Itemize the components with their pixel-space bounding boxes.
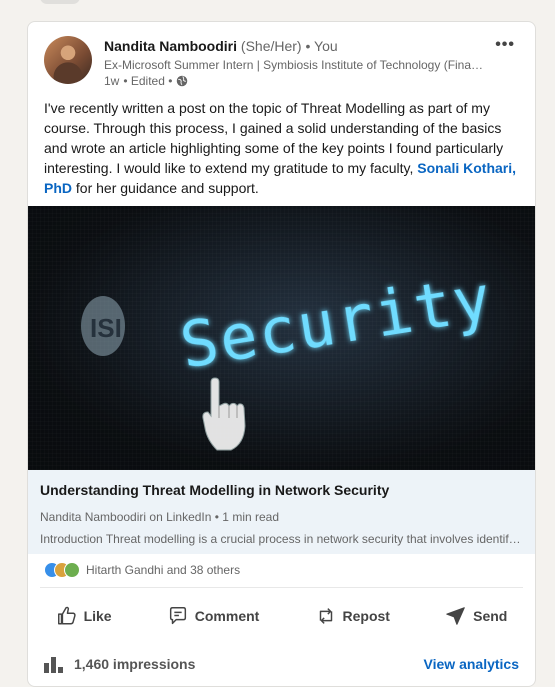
send-button[interactable]: Send: [435, 597, 517, 635]
post-body: I've recently written a post on the topi…: [44, 98, 520, 198]
repost-label[interactable]: Repost: [343, 608, 390, 624]
security-key-graphic: ISI Security: [28, 206, 535, 470]
more-options-button[interactable]: •••: [495, 36, 515, 54]
actions-divider: [40, 587, 523, 588]
post-card: Nandita Namboodiri (She/Her) • You Ex-Mi…: [27, 21, 536, 687]
repost-button[interactable]: Repost: [305, 597, 400, 635]
thumbs-up-icon: [57, 606, 76, 625]
avatar[interactable]: [44, 36, 92, 84]
article-cover-image[interactable]: ISI Security: [28, 206, 535, 470]
action-bar: Like Comment Repost Send: [28, 594, 535, 638]
repost-icon: [319, 608, 332, 624]
author-headline: Ex-Microsoft Summer Intern | Symbiosis I…: [104, 58, 484, 72]
reactions-summary[interactable]: Hitarth Gandhi and 38 others: [44, 562, 240, 578]
post-meta: 1w • Edited •: [104, 74, 188, 88]
send-label[interactable]: Send: [473, 608, 507, 624]
comment-button[interactable]: Comment: [157, 597, 270, 635]
article-description: Introduction Threat modelling is a cruci…: [40, 532, 521, 546]
post-header: Nandita Namboodiri (She/Her) • You Ex-Mi…: [44, 34, 519, 94]
top-strip: [0, 0, 555, 8]
author-pronouns: (She/Her): [240, 38, 302, 54]
bar-chart-icon: [44, 657, 63, 673]
post-text-part2: for her guidance and support.: [72, 180, 259, 196]
send-icon: [446, 607, 465, 625]
comment-icon: [169, 607, 186, 625]
like-label[interactable]: Like: [84, 608, 112, 624]
impressions-count: 1,460 impressions: [74, 656, 196, 672]
author-name[interactable]: Nandita Namboodiri: [104, 38, 237, 54]
comment-label[interactable]: Comment: [195, 608, 260, 624]
post-footer: 1,460 impressions View analytics: [44, 652, 519, 676]
like-button[interactable]: Like: [46, 597, 122, 635]
author-name-line[interactable]: Nandita Namboodiri (She/Her) • You: [104, 38, 338, 54]
reaction-icons: [44, 562, 84, 578]
article-link-preview[interactable]: Understanding Threat Modelling in Networ…: [28, 470, 535, 554]
connection-degree: • You: [305, 38, 338, 54]
impressions[interactable]: 1,460 impressions: [44, 655, 195, 673]
top-button-fragment[interactable]: [40, 0, 80, 4]
celebrate-reaction-icon: [64, 562, 80, 578]
badge-text: ISI: [90, 313, 122, 343]
article-source: Nandita Namboodiri on LinkedIn • 1 min r…: [40, 510, 280, 524]
view-analytics-link[interactable]: View analytics: [424, 656, 519, 672]
article-title[interactable]: Understanding Threat Modelling in Networ…: [40, 482, 389, 498]
globe-icon: [177, 75, 188, 87]
post-edited: • Edited •: [123, 74, 173, 88]
reactions-text[interactable]: Hitarth Gandhi and 38 others: [86, 563, 240, 577]
more-icon[interactable]: •••: [495, 36, 515, 53]
post-time: 1w: [104, 74, 120, 88]
